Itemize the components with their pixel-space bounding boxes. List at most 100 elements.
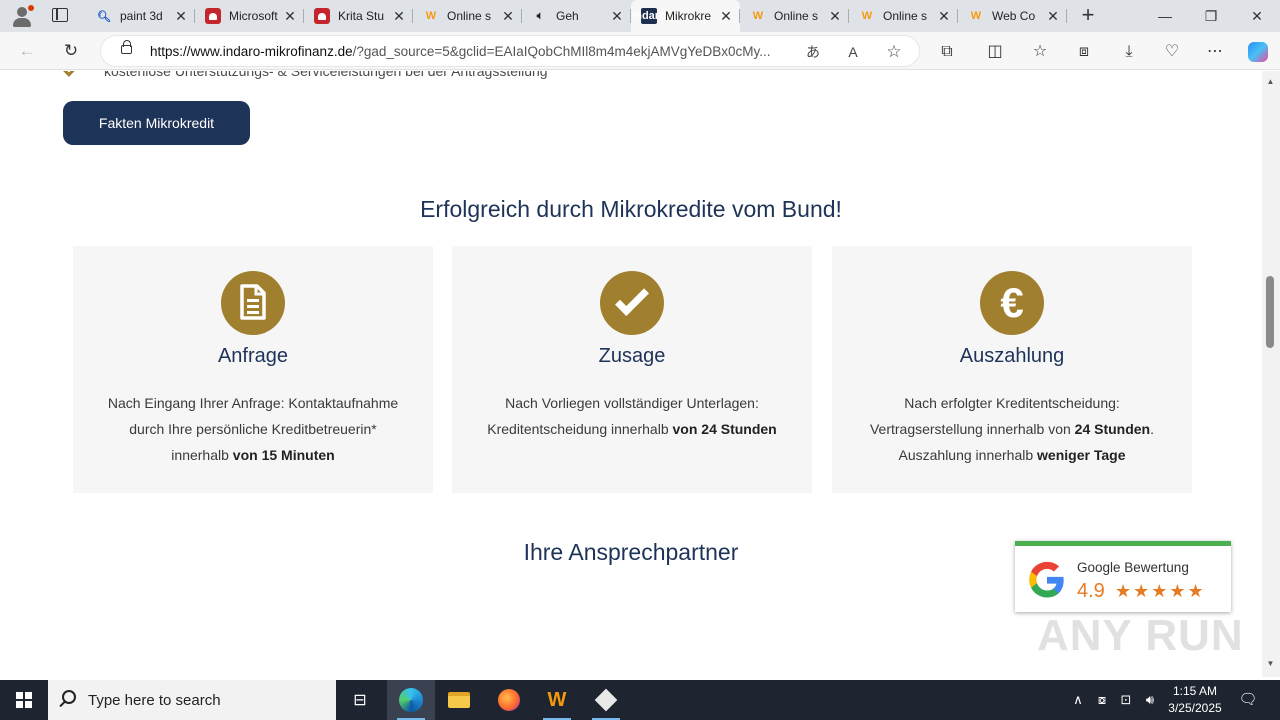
speaker-icon[interactable]: 🔈︎: [532, 8, 548, 24]
read-aloud-icon[interactable]: A: [843, 42, 863, 62]
close-icon[interactable]: ✕: [609, 8, 625, 25]
wix-icon: W: [425, 10, 437, 22]
app-icon: [314, 8, 330, 24]
search-icon: 🔍︎: [97, 10, 111, 23]
extensions-icon[interactable]: ⧉: [936, 41, 958, 63]
volume-icon[interactable]: 🔊︎: [1140, 680, 1160, 720]
taskbar-search-box[interactable]: Type here to search: [48, 680, 336, 720]
url-text[interactable]: https://www.indaro-mikrofinanz.de/?gad_s…: [150, 44, 790, 59]
address-bar[interactable]: https://www.indaro-mikrofinanz.de/?gad_s…: [100, 35, 920, 67]
scroll-down-arrow-icon[interactable]: ▼: [1265, 659, 1276, 668]
translate-icon[interactable]: あ: [803, 42, 823, 62]
browser-essentials-icon[interactable]: ♡: [1161, 41, 1183, 63]
clock[interactable]: 1:15 AM 3/25/2025: [1160, 683, 1230, 717]
wix-icon: W: [970, 10, 982, 22]
clock-time: 1:15 AM: [1172, 684, 1218, 698]
meet-now-icon[interactable]: ⧇: [1092, 680, 1112, 720]
checkmark-icon: [600, 271, 664, 335]
card-auszahlung: € Auszahlung Nach erfolgter Kreditentsch…: [832, 246, 1192, 493]
edge-taskbar-icon[interactable]: [387, 680, 435, 720]
close-icon[interactable]: ✕: [282, 8, 298, 25]
search-icon: [62, 690, 76, 704]
card-text: Nach Eingang Ihrer Anfrage: Kontaktaufna…: [107, 395, 399, 463]
tab-label: paint 3d: [120, 9, 163, 23]
taskbar: Type here to search ⊟ W ∧ ⧇ ⊡ 🔊︎ 1:15 AM…: [0, 680, 1280, 720]
tab-label: Online s: [447, 9, 492, 23]
feature-text: kostenlose Unterstützungs- & Serviceleis…: [104, 71, 548, 79]
tab-online-1[interactable]: W Online s ✕: [413, 0, 522, 32]
copilot-icon[interactable]: [1248, 42, 1268, 62]
watermark-logo: ANY RUN: [1037, 611, 1244, 660]
chevron-up-icon[interactable]: ∧: [1068, 680, 1088, 720]
app-icon: [205, 8, 221, 24]
close-icon[interactable]: ✕: [827, 8, 843, 25]
tab-label: Web Co: [992, 9, 1036, 23]
new-tab-button[interactable]: +: [1077, 4, 1099, 26]
restore-button[interactable]: ❐: [1188, 0, 1234, 32]
rating-stars-icon: ★★★★★: [1115, 581, 1206, 601]
back-button[interactable]: ←: [16, 40, 38, 62]
card-title: Zusage: [598, 345, 666, 367]
tab-strip: 🔍︎ paint 3d ✕ Microsoft ✕ Krita Stu ✕ W …: [0, 0, 1280, 32]
google-rating-title: Google Bewertung: [1077, 560, 1189, 575]
collections-icon[interactable]: ⧈: [1073, 41, 1095, 63]
google-rating-value: 4.9: [1077, 580, 1105, 602]
tab-online-2[interactable]: W Online s ✕: [740, 0, 849, 32]
scroll-up-arrow-icon[interactable]: ▲: [1265, 77, 1276, 86]
split-screen-icon[interactable]: ◫: [984, 41, 1006, 63]
card-text: Nach Vorliegen vollständiger Unterlagen:…: [487, 395, 777, 437]
more-menu-icon[interactable]: ⋯: [1204, 41, 1226, 63]
wix-icon: W: [752, 10, 764, 22]
tab-label: Online s: [774, 9, 819, 23]
wix-taskbar-icon[interactable]: W: [533, 680, 581, 720]
tab-actions-icon[interactable]: [52, 8, 68, 22]
card-title: Anfrage: [217, 345, 289, 367]
tab-webco[interactable]: W Web Co ✕: [958, 0, 1067, 32]
close-icon[interactable]: ✕: [1045, 8, 1061, 25]
card-anfrage: Anfrage Nach Eingang Ihrer Anfrage: Kont…: [73, 246, 433, 493]
tab-mikrokredit[interactable]: indaro Mikrokre ✕: [631, 0, 740, 32]
tab-krita[interactable]: Krita Stu ✕: [304, 0, 413, 32]
tab-label: Online s: [883, 9, 928, 23]
close-icon[interactable]: ✕: [500, 8, 516, 25]
notifications-icon[interactable]: 🗨︎: [1236, 680, 1260, 720]
refresh-button[interactable]: ↻: [60, 40, 82, 62]
tab-label: Krita Stu: [338, 9, 385, 23]
close-icon[interactable]: ✕: [391, 8, 407, 25]
indaro-icon: indaro: [632, 8, 666, 24]
tab-label: Microsoft: [229, 9, 278, 23]
close-icon[interactable]: ✕: [173, 8, 189, 25]
document-icon: [221, 271, 285, 335]
page-scrollbar[interactable]: ▲ ▼: [1262, 71, 1280, 677]
favorites-icon[interactable]: ☆: [1029, 41, 1051, 63]
task-view-icon[interactable]: ⊟: [336, 680, 384, 720]
search-placeholder: Type here to search: [88, 692, 221, 709]
card-text: Nach erfolgter Kreditentscheidung: Vertr…: [869, 395, 1155, 463]
tab-paint3d[interactable]: 🔍︎ paint 3d ✕: [86, 0, 195, 32]
close-icon[interactable]: ✕: [718, 8, 734, 25]
scroll-thumb[interactable]: [1266, 276, 1274, 348]
firefox-icon[interactable]: [485, 680, 533, 720]
lock-icon[interactable]: [121, 40, 132, 54]
profile-avatar[interactable]: [10, 5, 34, 27]
tab-online-3[interactable]: W Online s ✕: [849, 0, 958, 32]
tab-label: Mikrokre: [665, 9, 712, 23]
tab-microsoft[interactable]: Microsoft ✕: [195, 0, 304, 32]
euro-icon: €: [980, 271, 1044, 335]
minimize-button[interactable]: —: [1142, 0, 1188, 32]
favorite-star-icon[interactable]: ☆: [884, 42, 904, 62]
network-icon[interactable]: ⊡: [1116, 680, 1136, 720]
file-explorer-icon[interactable]: [435, 680, 483, 720]
check-icon: [63, 71, 79, 77]
google-rating-widget[interactable]: Google Bewertung 4.9 ★★★★★: [1015, 541, 1231, 612]
card-title: Auszahlung: [959, 345, 1065, 367]
web-page: kostenlose Unterstützungs- & Serviceleis…: [0, 71, 1262, 677]
facts-button[interactable]: Fakten Mikrokredit: [63, 101, 250, 145]
windows-logo-icon: [16, 692, 32, 708]
start-button[interactable]: [0, 680, 48, 720]
close-icon[interactable]: ✕: [936, 8, 952, 25]
window-close-button[interactable]: ✕: [1234, 0, 1280, 32]
downloads-icon[interactable]: ⤓: [1118, 41, 1140, 63]
tab-geh[interactable]: 🔈︎ Geh ✕: [522, 0, 631, 32]
app-taskbar-icon[interactable]: [582, 680, 630, 720]
